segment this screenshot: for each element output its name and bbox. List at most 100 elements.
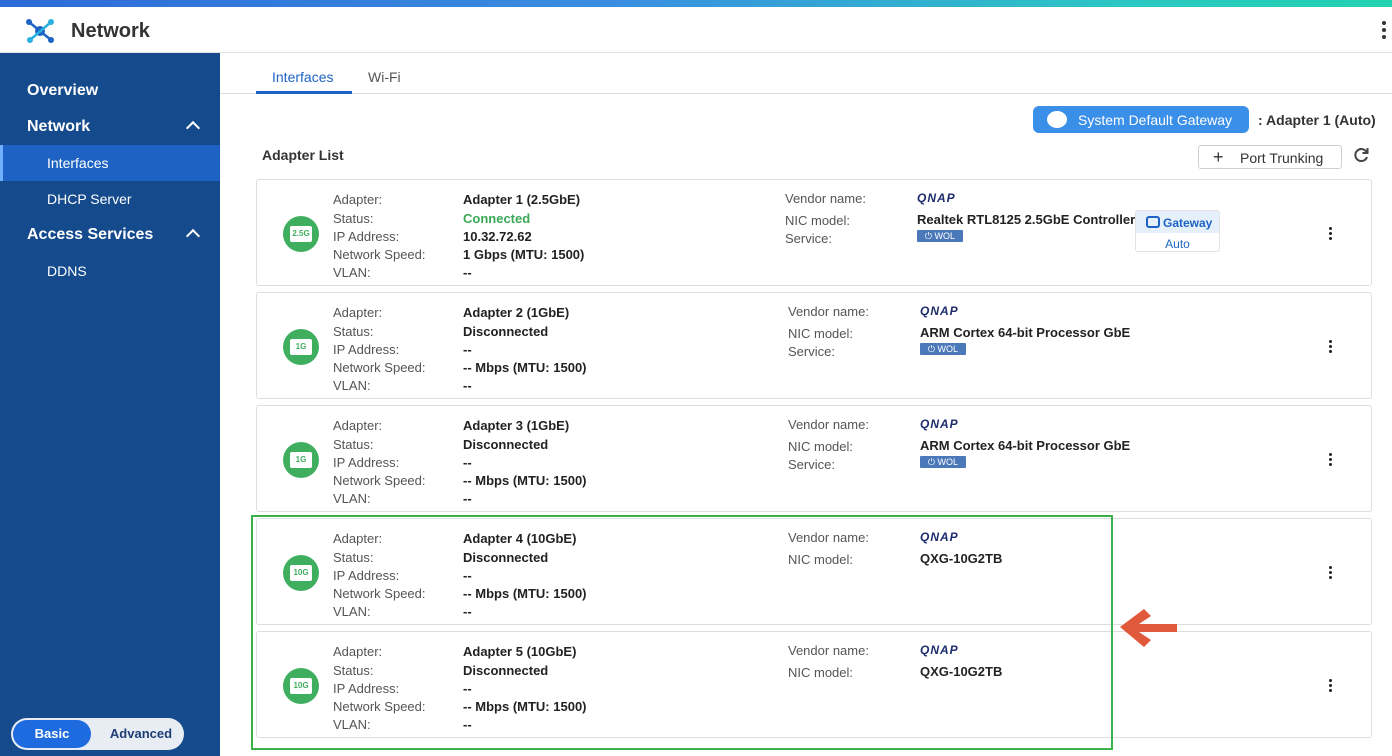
gateway-icon (1146, 216, 1160, 228)
gateway-tag-label: Gateway (1163, 216, 1213, 230)
ip-value: 10.32.72.62 (463, 229, 532, 244)
sidebar-item-label: Interfaces (47, 155, 109, 171)
qnap-logo: QNAP (920, 304, 959, 318)
nic-label: NIC model: (788, 439, 854, 454)
vlan-label: VLAN: (333, 378, 371, 393)
ip-value: -- (463, 342, 472, 357)
gateway-icon (1047, 111, 1067, 128)
status-badge: Disconnected (463, 324, 549, 339)
ip-label: IP Address: (333, 229, 400, 244)
tab-bar: Interfaces Wi-Fi (220, 53, 1392, 94)
more-options-icon[interactable] (1380, 19, 1388, 41)
chevron-up-icon (185, 228, 201, 244)
adapter-menu-icon[interactable] (1329, 453, 1333, 468)
plus-icon: + (1213, 147, 1224, 167)
vlan-value: -- (463, 491, 472, 506)
service-label: Service: (788, 344, 835, 359)
service-label: Service: (785, 231, 832, 246)
sidebar-item-network[interactable]: Network (0, 109, 220, 145)
adapter-menu-icon[interactable] (1329, 679, 1333, 694)
port-trunking-label: Port Trunking (1240, 150, 1324, 166)
qnap-logo: QNAP (917, 191, 956, 205)
adapter-menu-icon[interactable] (1329, 340, 1333, 355)
wol-badge: ⏻ WOL (920, 456, 966, 468)
nic-value: Realtek RTL8125 2.5GbE Controller (917, 212, 1136, 227)
adapter-name: Adapter 1 (2.5GbE) (463, 192, 581, 207)
wol-label: WOL (934, 231, 956, 241)
port-trunking-button[interactable]: + Port Trunking (1198, 145, 1342, 169)
sidebar: Overview Network Interfaces DHCP Server … (0, 53, 220, 756)
adapter-card[interactable]: 2.5G Adapter: Status: IP Address: Networ… (256, 179, 1372, 286)
vlan-value: -- (463, 265, 472, 280)
wol-label: WOL (937, 457, 959, 467)
port-speed-label: 1G (295, 455, 307, 464)
sidebar-item-label: Overview (27, 82, 99, 99)
vlan-label: VLAN: (333, 491, 371, 506)
sidebar-item-access-services[interactable]: Access Services (0, 217, 220, 253)
ethernet-port-icon: 1G (283, 442, 319, 478)
vendor-label: Vendor name: (788, 304, 869, 319)
sidebar-item-label: Network (27, 118, 91, 135)
ip-label: IP Address: (333, 455, 400, 470)
status-badge: Disconnected (463, 437, 549, 452)
nic-label: NIC model: (785, 213, 851, 228)
adapter-menu-icon[interactable] (1329, 227, 1333, 242)
speed-value: 1 Gbps (MTU: 1500) (463, 247, 585, 262)
basic-mode-button[interactable]: Basic (13, 720, 91, 748)
sidebar-item-label: Access Services (27, 226, 154, 243)
speed-value: -- Mbps (MTU: 1500) (463, 360, 587, 375)
gateway-tag-mode: Auto (1165, 237, 1190, 251)
tab-interfaces[interactable]: Interfaces (272, 69, 333, 85)
status-label: Status: (333, 437, 374, 452)
refresh-icon[interactable] (1352, 146, 1370, 164)
advanced-mode-button[interactable]: Advanced (101, 720, 181, 748)
adapter-name: Adapter 3 (1GbE) (463, 418, 570, 433)
service-label: Service: (788, 457, 835, 472)
highlight-box (251, 515, 1113, 750)
sidebar-item-ddns[interactable]: DDNS (0, 253, 220, 289)
adapter-label: Adapter: (333, 192, 383, 207)
network-app-icon (26, 19, 54, 43)
adapter-card[interactable]: 1G Adapter: Status: IP Address: Network … (256, 292, 1372, 399)
gateway-button-label: System Default Gateway (1078, 112, 1233, 128)
active-tab-indicator (256, 91, 352, 94)
tab-wifi[interactable]: Wi-Fi (368, 69, 401, 85)
speed-label: Network Speed: (333, 473, 426, 488)
adapter-label: Adapter: (333, 305, 383, 320)
adapter-menu-icon[interactable] (1329, 566, 1333, 581)
vlan-value: -- (463, 378, 472, 393)
system-default-gateway-button[interactable]: System Default Gateway (1033, 106, 1249, 133)
gateway-value: : Adapter 1 (Auto) (1258, 112, 1376, 128)
app-header: Network (0, 7, 1392, 53)
sidebar-item-label: DDNS (47, 263, 87, 279)
speed-label: Network Speed: (333, 247, 426, 262)
chevron-up-icon (185, 120, 201, 136)
speed-label: Network Speed: (333, 360, 426, 375)
app-title: Network (71, 20, 150, 42)
nic-value: ARM Cortex 64-bit Processor GbE (920, 438, 1131, 453)
vendor-label: Vendor name: (788, 417, 869, 432)
adapter-name: Adapter 2 (1GbE) (463, 305, 570, 320)
adapter-list-title: Adapter List (262, 147, 344, 163)
wol-badge: ⏻ WOL (917, 230, 963, 242)
sidebar-item-dhcp-server[interactable]: DHCP Server (0, 181, 220, 217)
port-speed-label: 1G (295, 342, 307, 351)
nic-label: NIC model: (788, 326, 854, 341)
ethernet-port-icon: 1G (283, 329, 319, 365)
ip-label: IP Address: (333, 342, 400, 357)
top-accent-stripe (0, 0, 1392, 7)
status-label: Status: (333, 324, 374, 339)
port-speed-label: 2.5G (292, 229, 310, 238)
adapter-card[interactable]: 1G Adapter: Status: IP Address: Network … (256, 405, 1372, 512)
vendor-label: Vendor name: (785, 191, 866, 206)
ip-value: -- (463, 455, 472, 470)
arrow-left-icon (1120, 609, 1177, 647)
qnap-logo: QNAP (920, 417, 959, 431)
speed-value: -- Mbps (MTU: 1500) (463, 473, 587, 488)
sidebar-item-overview[interactable]: Overview (0, 73, 220, 109)
status-label: Status: (333, 211, 374, 226)
ethernet-port-icon: 2.5G (283, 216, 319, 252)
wol-badge: ⏻ WOL (920, 343, 966, 355)
sidebar-item-label: DHCP Server (47, 191, 132, 207)
sidebar-item-interfaces[interactable]: Interfaces (0, 145, 220, 181)
